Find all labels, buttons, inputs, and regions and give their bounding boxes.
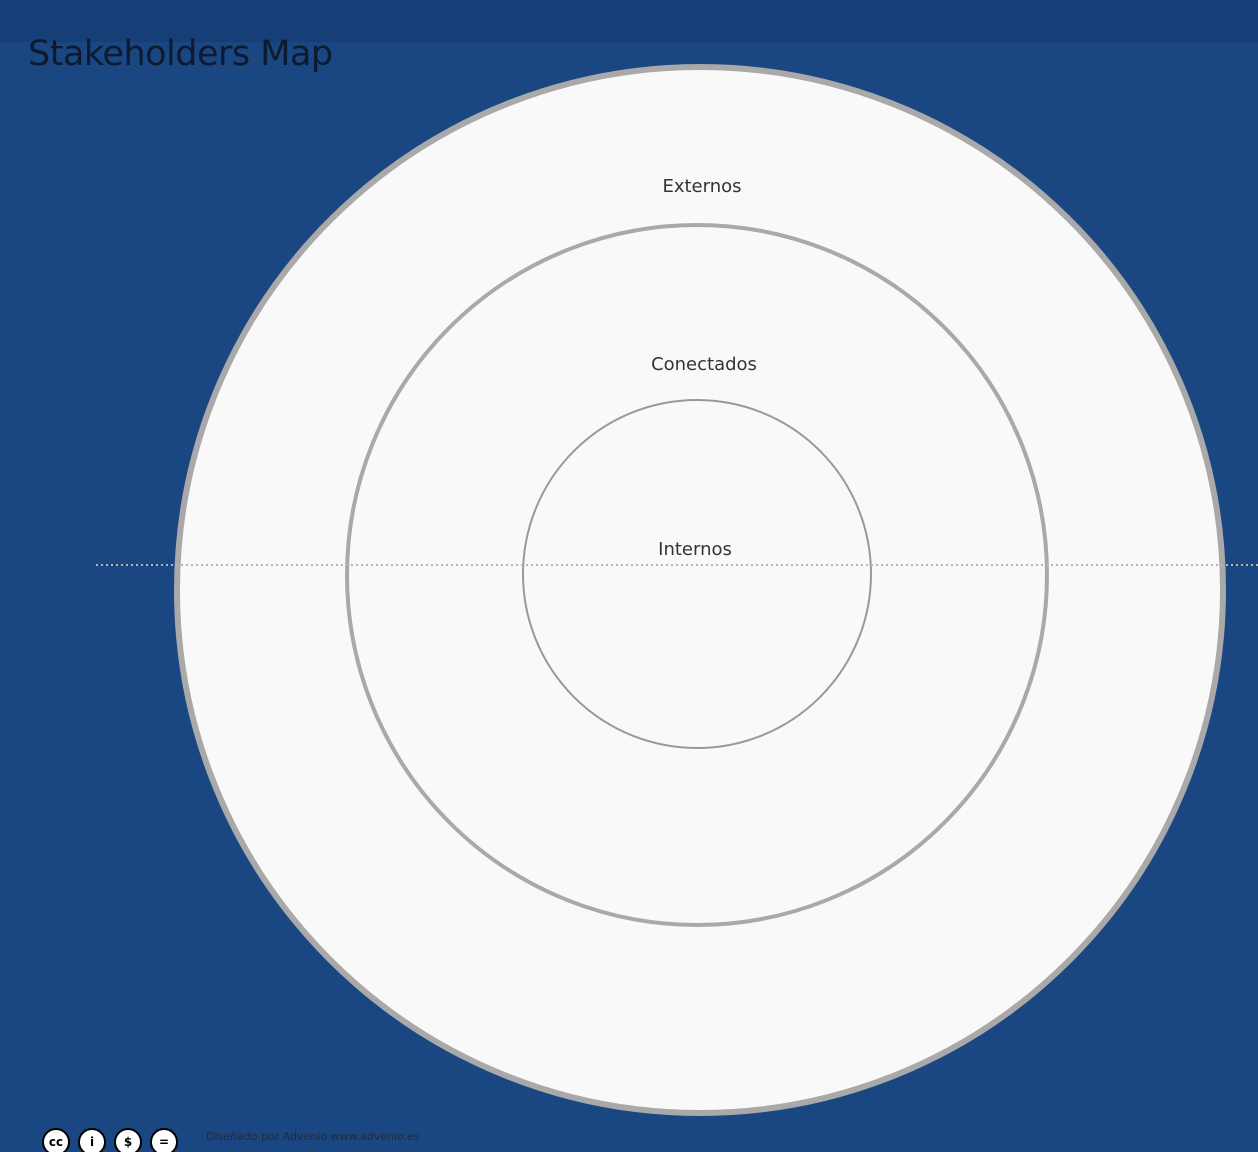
- stakeholder-rings: [96, 64, 1258, 1116]
- license-icons: cc i $ =: [42, 1128, 178, 1152]
- nd-icon: =: [150, 1128, 178, 1152]
- nc-icon: $: [114, 1128, 142, 1152]
- stakeholders-map-canvas: Stakeholders Map Externos Conectados Int…: [0, 0, 1258, 1152]
- cc-icon: cc: [42, 1128, 70, 1152]
- designer-credit: Diseñado por Advenio www.advenio.es: [206, 1130, 420, 1143]
- inner-ring-label: Internos: [658, 539, 732, 560]
- by-icon: i: [78, 1128, 106, 1152]
- outer-ring-label: Externos: [662, 176, 742, 197]
- page-title: Stakeholders Map: [28, 34, 333, 74]
- footer: cc i $ = Diseñado por Advenio www.adveni…: [42, 1128, 1142, 1152]
- middle-ring-label: Conectados: [651, 354, 757, 375]
